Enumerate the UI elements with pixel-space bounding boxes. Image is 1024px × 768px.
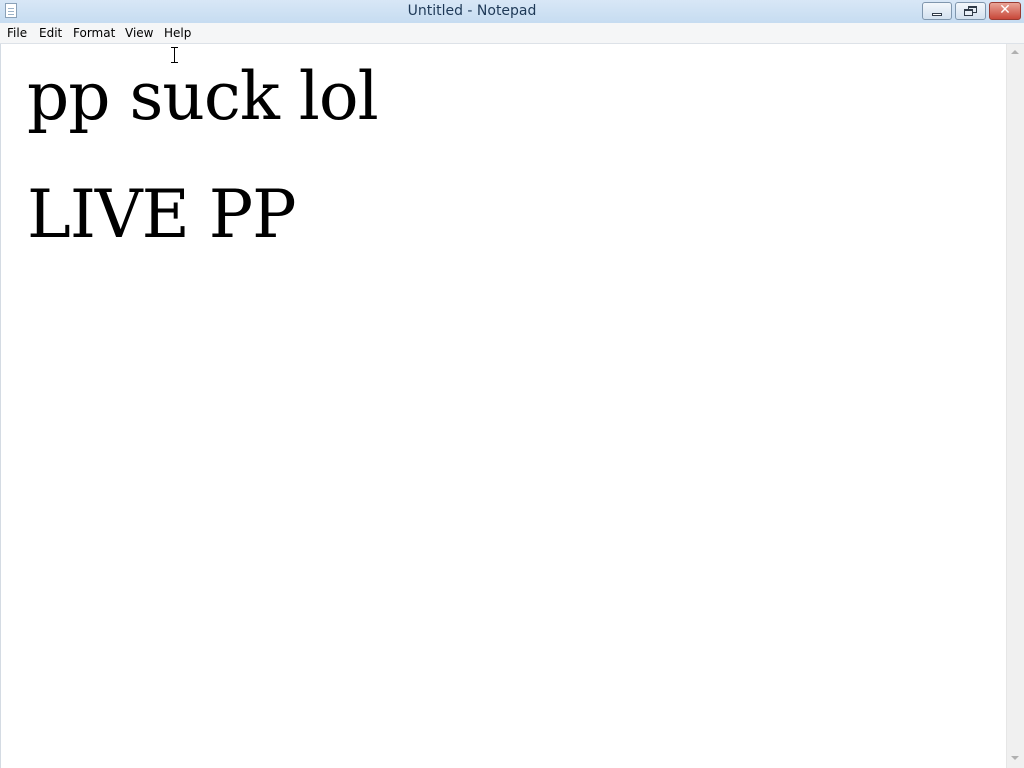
notepad-window: Untitled - Notepad ✕ File Edit Format Vi… <box>0 0 1024 768</box>
i-beam-cursor-icon <box>171 47 178 63</box>
minimize-icon <box>932 13 942 16</box>
menu-file[interactable]: File <box>7 25 27 41</box>
menu-help[interactable]: Help <box>164 25 191 41</box>
title-bar[interactable]: Untitled - Notepad ✕ <box>0 0 1024 24</box>
menu-view[interactable]: View <box>125 25 153 41</box>
close-icon: ✕ <box>999 2 1011 18</box>
window-title: Untitled - Notepad <box>407 3 537 19</box>
editor-line-1: pp suck lol <box>27 58 379 135</box>
minimize-button[interactable] <box>922 2 952 20</box>
close-button[interactable]: ✕ <box>989 2 1021 20</box>
scroll-down-arrow-icon[interactable] <box>1011 756 1019 760</box>
menu-bar: File Edit Format View Help <box>0 23 1024 44</box>
restore-button[interactable] <box>955 2 986 20</box>
vertical-scrollbar[interactable] <box>1006 44 1024 768</box>
menu-edit[interactable]: Edit <box>39 25 62 41</box>
text-editor-area[interactable]: pp suck lol LIVE PP <box>0 44 1006 768</box>
scroll-up-arrow-icon[interactable] <box>1011 50 1019 54</box>
menu-format[interactable]: Format <box>73 25 115 41</box>
restore-icon <box>964 6 978 16</box>
editor-line-2: LIVE PP <box>27 176 297 253</box>
